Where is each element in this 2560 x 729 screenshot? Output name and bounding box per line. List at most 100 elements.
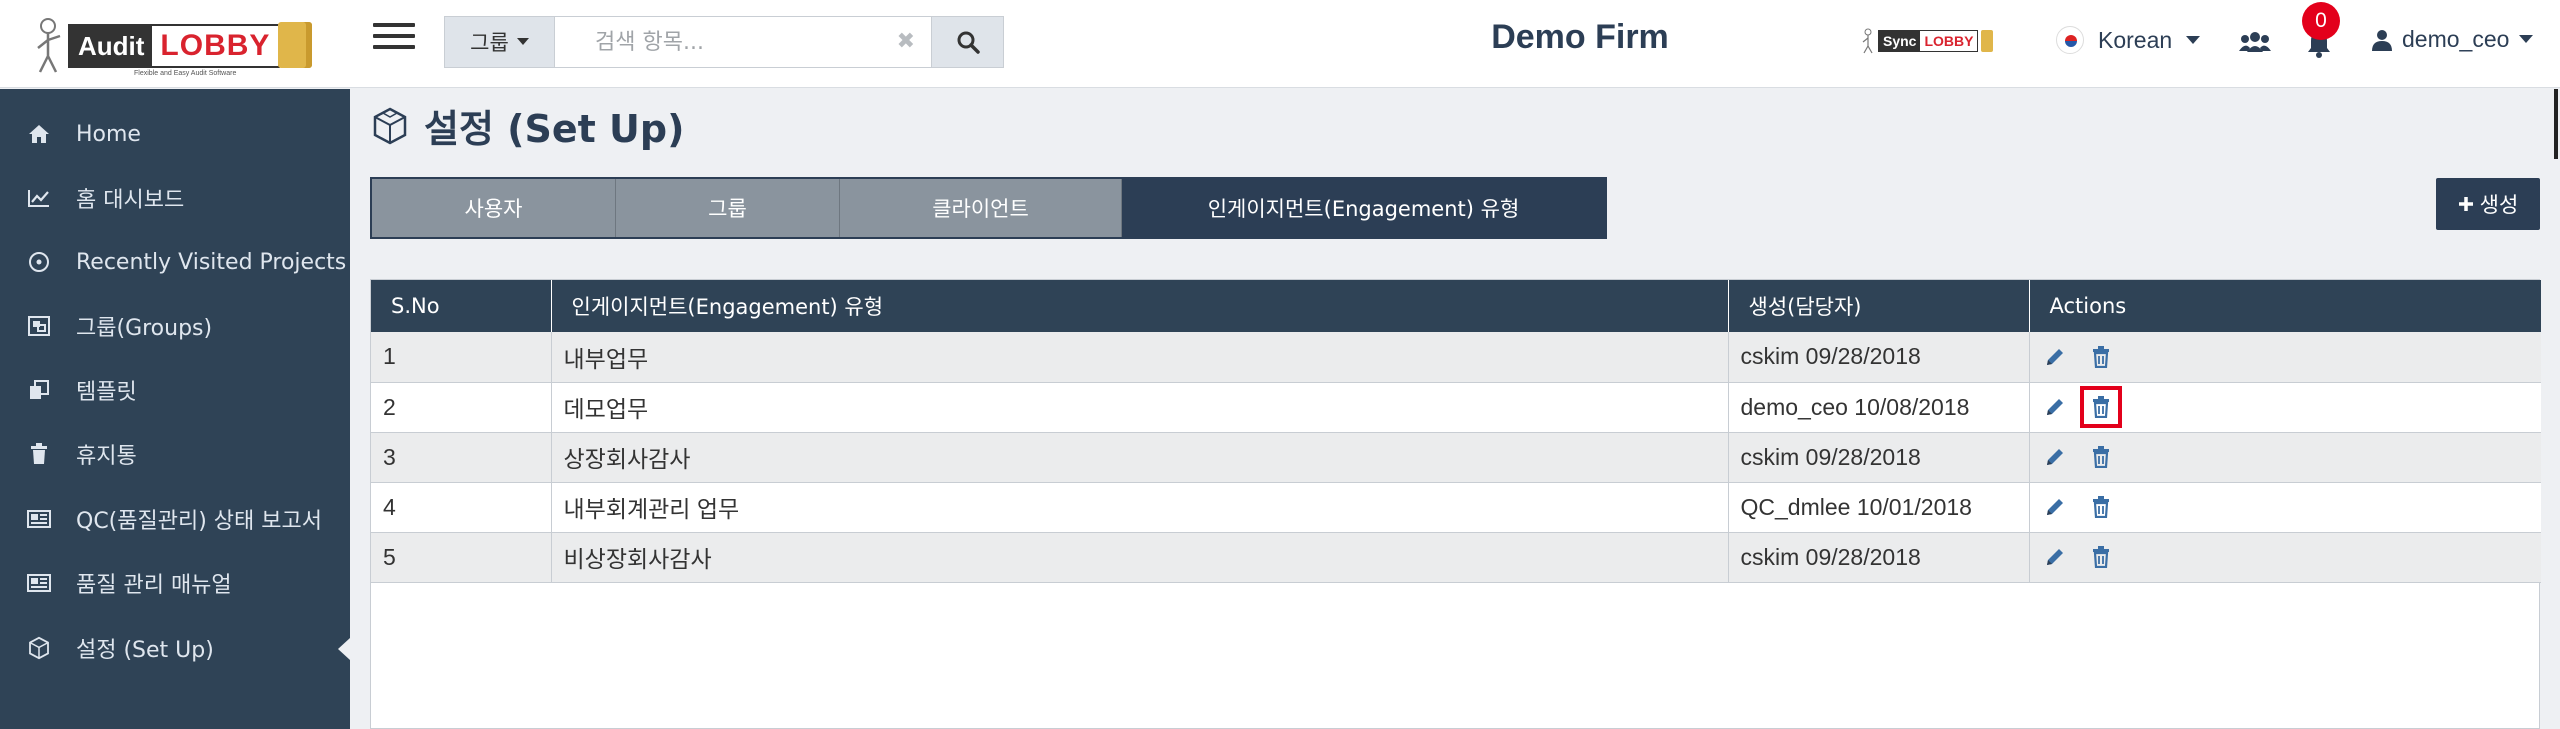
sidebar: Home 홈 대시보드 Recently Visited Projects 그룹(Gr…: [0, 89, 350, 729]
delete-icon[interactable]: [2088, 544, 2114, 570]
logo-figure-icon: [37, 18, 61, 73]
tab-users[interactable]: 사용자: [372, 179, 616, 237]
korea-flag-icon: [2056, 26, 2084, 54]
sidebar-item-label: Recently Visited Projects: [76, 249, 347, 275]
caret-down-icon: [2186, 35, 2201, 44]
column-header-actions: Actions: [2029, 280, 2541, 332]
delete-icon[interactable]: [2079, 386, 2122, 428]
folder-icon: [278, 22, 312, 68]
object-group-icon: [24, 311, 54, 341]
sidebar-item-2[interactable]: 홈 대시보드: [0, 168, 350, 228]
user-icon: [2372, 29, 2392, 51]
tab-engagement-types[interactable]: 인게이지먼트(Engagement) 유형: [1122, 179, 1605, 237]
delete-icon[interactable]: [2088, 494, 2114, 520]
clear-icon[interactable]: ✖: [897, 29, 915, 54]
cell-engagement-type: 내부업무: [551, 332, 1729, 383]
sidebar-item-6[interactable]: 휴지통: [0, 424, 350, 484]
logo-lobby-text: LOBBY: [160, 29, 271, 62]
sidebar-item-label: 휴지통: [76, 444, 137, 469]
language-label: Korean: [2098, 26, 2173, 53]
edit-icon[interactable]: [2042, 394, 2068, 420]
table-header-row: S.No 인게이지먼트(Engagement) 유형 생성(담당자) Actio…: [371, 280, 2541, 332]
caret-down-icon: [516, 38, 529, 45]
sidebar-item-label: 그룹(Groups): [76, 316, 213, 341]
search-scope-label: 그룹: [470, 31, 509, 55]
username-label: demo_ceo: [2402, 26, 2510, 52]
audit-lobby-logo[interactable]: Audit LOBBY Flexible and Easy Audit Soft…: [34, 16, 324, 77]
sidebar-item-label: 설정 (Set Up): [76, 638, 214, 663]
edit-icon[interactable]: [2042, 344, 2068, 370]
page-title-text: 설정 (Set Up): [424, 107, 685, 151]
logo-wordmark: Audit LOBBY: [68, 24, 281, 68]
trash-icon: [24, 439, 54, 469]
sidebar-item-label: QC(품질관리) 상태 보고서: [76, 509, 322, 534]
sidebar-item-label: 템플릿: [76, 380, 137, 405]
column-header-created: 생성(담당자): [1728, 280, 2030, 332]
delete-icon[interactable]: [2088, 444, 2114, 470]
sidebar-item-9[interactable]: 설정 (Set Up): [0, 618, 350, 678]
table-row: 5 비상장회사감사 cskim 09/28/2018: [371, 532, 2541, 583]
clone-icon: [24, 375, 54, 405]
table-row: 2 데모업무 demo_ceo 10/08/2018: [371, 382, 2541, 433]
language-selector[interactable]: Korean: [2056, 26, 2201, 54]
clock-icon: [24, 247, 54, 277]
cell-engagement-type: 상장회사감사: [551, 432, 1729, 483]
caret-down-icon: [2519, 35, 2534, 43]
sidebar-item-label: Home: [76, 121, 141, 147]
tab-clients[interactable]: 클라이언트: [840, 179, 1122, 237]
create-button-label: 생성: [2479, 193, 2519, 217]
cell-sno: 2: [371, 382, 552, 433]
tab-groups[interactable]: 그룹: [616, 179, 840, 237]
sidebar-item-3[interactable]: Recently Visited Projects: [0, 232, 350, 292]
search-button[interactable]: [931, 17, 1003, 67]
delete-icon[interactable]: [2088, 344, 2114, 370]
plus-icon: [2458, 197, 2473, 211]
cell-created-by: cskim 09/28/2018: [1728, 432, 2030, 483]
cell-created-by: demo_ceo 10/08/2018: [1728, 382, 2030, 433]
sidebar-item-1[interactable]: Home: [0, 104, 350, 164]
table-row: 1 내부업무 cskim 09/28/2018: [371, 332, 2541, 383]
top-header: Audit LOBBY Flexible and Easy Audit Soft…: [0, 0, 2560, 88]
menu-toggle-button[interactable]: [373, 18, 415, 60]
sidebar-item-4[interactable]: 그룹(Groups): [0, 296, 350, 356]
cell-actions: [2029, 432, 2541, 483]
cell-created-by: QC_dmlee 10/01/2018: [1728, 482, 2030, 533]
edit-icon[interactable]: [2042, 444, 2068, 470]
cube-icon: [24, 633, 54, 663]
sync-wordmark: Sync LOBBY: [1878, 30, 1979, 52]
sidebar-item-label: 품질 관리 매뉴얼: [76, 573, 232, 598]
cell-created-by: cskim 09/28/2018: [1728, 532, 2030, 583]
edit-icon[interactable]: [2042, 494, 2068, 520]
logo-audit-text: Audit: [70, 24, 153, 68]
sync-text: Sync: [1879, 31, 1921, 51]
users-icon[interactable]: [2238, 26, 2272, 60]
sidebar-item-7[interactable]: QC(품질관리) 상태 보고서: [0, 489, 350, 549]
user-menu[interactable]: demo_ceo: [2372, 26, 2534, 53]
cell-actions: [2029, 482, 2541, 533]
create-button[interactable]: 생성: [2436, 178, 2540, 230]
search-bar: 그룹 ✖: [444, 16, 1004, 68]
newspaper-icon: [24, 568, 54, 598]
home-icon: [24, 119, 54, 149]
search-scope-dropdown[interactable]: 그룹: [445, 17, 555, 67]
table-row: 3 상장회사감사 cskim 09/28/2018: [371, 432, 2541, 483]
firm-name: Demo Firm: [1491, 18, 1669, 56]
scrollbar[interactable]: [2554, 89, 2558, 159]
engagement-types-table: S.No 인게이지먼트(Engagement) 유형 생성(담당자) Actio…: [370, 279, 2541, 729]
search-input[interactable]: [555, 17, 931, 67]
cell-engagement-type: 데모업무: [551, 382, 1729, 433]
page-title: 설정 (Set Up): [370, 98, 684, 153]
cell-engagement-type: 비상장회사감사: [551, 532, 1729, 583]
cell-created-by: cskim 09/28/2018: [1728, 332, 2030, 383]
sidebar-item-8[interactable]: 품질 관리 매뉴얼: [0, 553, 350, 613]
cell-actions: [2029, 332, 2541, 383]
chart-line-icon: [24, 183, 54, 213]
cube-icon: [373, 107, 407, 144]
sync-figure-icon: [1862, 28, 1873, 54]
sync-folder-icon: [1981, 30, 1994, 52]
column-header-type: 인게이지먼트(Engagement) 유형: [551, 280, 1729, 332]
cell-sno: 4: [371, 482, 552, 533]
sidebar-item-5[interactable]: 템플릿: [0, 360, 350, 420]
sync-lobby-logo[interactable]: Sync LOBBY: [1862, 26, 1994, 56]
edit-icon[interactable]: [2042, 544, 2068, 570]
